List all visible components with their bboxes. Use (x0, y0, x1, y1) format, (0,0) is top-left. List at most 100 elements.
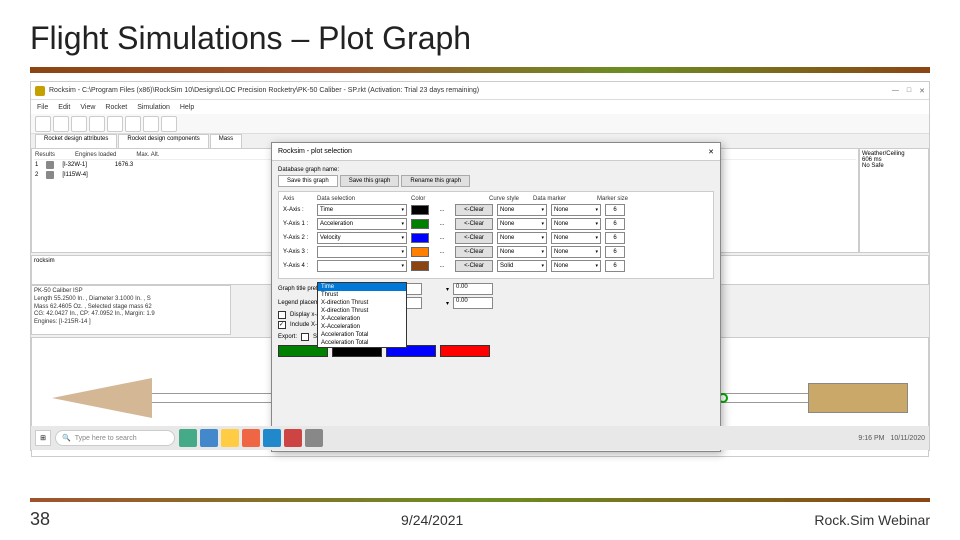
dialog-tabs[interactable]: Save this graph Save this graph Rename t… (278, 175, 714, 187)
toolbar-btn[interactable] (35, 116, 51, 132)
curve-style-dropdown[interactable]: None (497, 218, 547, 230)
maximize-icon[interactable]: □ (907, 87, 911, 95)
more-icon[interactable]: ... (433, 221, 451, 227)
dropdown-option[interactable]: X-direction Thrust (318, 307, 406, 315)
toolbar-btn[interactable] (71, 116, 87, 132)
marker-dropdown[interactable]: None (551, 232, 601, 244)
minimize-icon[interactable]: — (892, 87, 899, 95)
tab-attributes[interactable]: Rocket design attributes (35, 134, 117, 148)
extra-input[interactable]: 0.00 (453, 283, 493, 295)
close-icon[interactable]: ✕ (919, 87, 925, 95)
toolbar-btn[interactable] (161, 116, 177, 132)
task-icon[interactable] (242, 429, 260, 447)
extra-input2[interactable]: 0.00 (453, 297, 493, 309)
data-selection-dropdown[interactable]: Time (317, 204, 407, 216)
rocket-info-panel: PK-50 Caliber ISP Length 55.2500 In. , D… (31, 285, 231, 335)
more-icon[interactable]: ... (433, 235, 451, 241)
start-button[interactable]: ⊞ (35, 430, 51, 446)
data-selection-dropdown-open[interactable]: TimeThrustX-direction ThrustX-direction … (317, 282, 407, 348)
toolbar-btn[interactable] (89, 116, 105, 132)
tree-root[interactable]: rocksim (34, 258, 55, 264)
dropdown-option[interactable]: X-Acceleration (318, 315, 406, 323)
task-icon[interactable] (305, 429, 323, 447)
clear-button[interactable]: <-Clear (455, 218, 493, 230)
marker-dropdown[interactable]: None (551, 246, 601, 258)
window-controls[interactable]: — □ ✕ (892, 87, 925, 95)
info-line: PK-50 Caliber ISP (34, 288, 228, 296)
clear-button[interactable]: <-Clear (455, 260, 493, 272)
marker-dropdown[interactable]: None (551, 218, 601, 230)
menu-rocket[interactable]: Rocket (105, 104, 127, 111)
data-selection-dropdown[interactable]: Acceleration (317, 218, 407, 230)
more-icon[interactable]: ... (433, 207, 451, 213)
dtab-save[interactable]: Save this graph (278, 175, 338, 187)
tray-date: 10/11/2020 (890, 435, 925, 442)
dtab-save2[interactable]: Save this graph (340, 175, 400, 187)
dtab-rename[interactable]: Rename this graph (401, 175, 470, 187)
marker-size-input[interactable]: 6 (605, 232, 625, 244)
task-icon[interactable] (179, 429, 197, 447)
menu-edit[interactable]: Edit (58, 104, 70, 111)
taskbar[interactable]: ⊞ 🔍 Type here to search 9:16 PM 10/11/20… (31, 426, 929, 450)
menubar[interactable]: File Edit View Rocket Simulation Help (31, 100, 929, 114)
dropdown-option[interactable]: Thrust (318, 291, 406, 299)
app-title: Rocksim - C:\Program Files (x86)\RockSim… (49, 87, 479, 94)
color-swatch[interactable] (411, 205, 429, 215)
toolbar[interactable] (31, 114, 929, 134)
more-icon[interactable]: ... (433, 249, 451, 255)
weather-val: No Safe (862, 163, 926, 169)
marker-dropdown[interactable]: None (551, 204, 601, 216)
more-icon[interactable]: ... (433, 263, 451, 269)
curve-style-dropdown[interactable]: None (497, 232, 547, 244)
curve-style-dropdown[interactable]: None (497, 204, 547, 216)
marker-size-input[interactable]: 6 (605, 204, 625, 216)
toolbar-btn[interactable] (53, 116, 69, 132)
task-icon[interactable] (284, 429, 302, 447)
clear-button[interactable]: <-Clear (455, 232, 493, 244)
menu-help[interactable]: Help (180, 104, 194, 111)
clear-button[interactable]: <-Clear (455, 204, 493, 216)
clear-button[interactable]: <-Clear (455, 246, 493, 258)
data-selection-dropdown[interactable] (317, 246, 407, 258)
data-selection-dropdown[interactable] (317, 260, 407, 272)
color-swatch[interactable] (411, 233, 429, 243)
menu-simulation[interactable]: Simulation (137, 104, 170, 111)
toolbar-btn[interactable] (143, 116, 159, 132)
checkbox-screenshot[interactable] (301, 333, 309, 341)
dropdown-option[interactable]: Acceleration Total (318, 339, 406, 347)
color-swatch[interactable] (411, 219, 429, 229)
menu-file[interactable]: File (37, 104, 48, 111)
dropdown-option[interactable]: X-Acceleration (318, 323, 406, 331)
tray-time: 9:16 PM (858, 435, 884, 442)
curve-style-dropdown[interactable]: None (497, 246, 547, 258)
taskbar-search[interactable]: 🔍 Type here to search (55, 430, 175, 446)
toolbar-btn[interactable] (107, 116, 123, 132)
marker-dropdown[interactable]: None (551, 260, 601, 272)
task-icon[interactable] (200, 429, 218, 447)
dialog-close-icon[interactable]: ✕ (708, 148, 714, 156)
search-placeholder: Type here to search (75, 435, 137, 442)
curve-style-dropdown[interactable]: Solid (497, 260, 547, 272)
task-icon[interactable] (263, 429, 281, 447)
col-max: Max. Alt. (136, 152, 159, 158)
data-selection-dropdown[interactable]: Velocity (317, 232, 407, 244)
checkbox-divisions[interactable] (278, 311, 286, 319)
marker-size-input[interactable]: 6 (605, 260, 625, 272)
menu-view[interactable]: View (80, 104, 95, 111)
dropdown-option[interactable]: Acceleration Total (318, 331, 406, 339)
dropdown-option[interactable]: Time (318, 283, 406, 291)
toolbar-btn[interactable] (125, 116, 141, 132)
marker-size-input[interactable]: 6 (605, 218, 625, 230)
dropdown-option[interactable]: X-direction Thrust (318, 299, 406, 307)
color-swatch[interactable] (411, 261, 429, 271)
tab-components[interactable]: Rocket design components (118, 134, 208, 148)
checkbox-markers[interactable] (278, 321, 286, 329)
marker-size-input[interactable]: 6 (605, 246, 625, 258)
task-icon[interactable] (221, 429, 239, 447)
tab-mass[interactable]: Mass (210, 134, 242, 148)
system-tray[interactable]: 9:16 PM 10/11/2020 (858, 435, 925, 442)
axis-label: Y-Axis 2 : (283, 235, 313, 241)
axis-row: Y-Axis 3 : ... <-Clear None None 6 (283, 246, 709, 258)
color-swatch[interactable] (411, 247, 429, 257)
axis-grid: Axis Data selection Color Curve style Da… (278, 191, 714, 279)
